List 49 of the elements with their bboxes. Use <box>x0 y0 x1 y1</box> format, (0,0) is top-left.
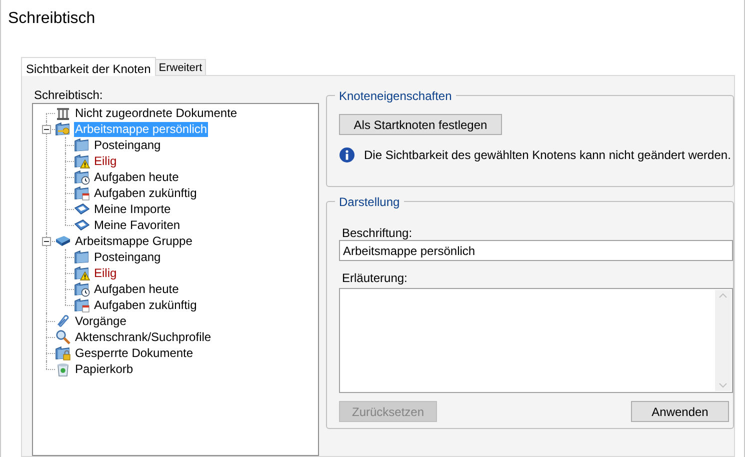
calendar-folder-icon <box>74 185 90 201</box>
tree-item[interactable]: Nicht zugeordnete Dokumente <box>74 106 238 120</box>
clock-folder-icon <box>74 281 90 297</box>
collapse-toggle[interactable] <box>42 124 50 134</box>
clock-folder-icon <box>74 169 90 185</box>
scroll-up-icon[interactable] <box>719 293 727 298</box>
search-icon <box>55 329 71 345</box>
tree-item[interactable]: Aufgaben zukünftig <box>93 186 198 200</box>
info-message: Die Sichtbarkeit des gewählten Knotens kann nicht geändert werden. <box>364 147 731 164</box>
description-text-area[interactable] <box>339 288 733 393</box>
book-icon <box>55 233 71 249</box>
tree-item[interactable]: Papierkorb <box>74 362 134 376</box>
folder-icon <box>74 249 90 265</box>
tree-item[interactable]: Aufgaben heute <box>93 282 180 296</box>
apply-button[interactable]: Anwenden <box>631 401 729 422</box>
paperclip-icon <box>55 313 71 329</box>
caption-input-field[interactable]: Arbeitsmappe persönlich <box>339 240 733 261</box>
warning-folder-icon <box>74 265 90 281</box>
tree-item[interactable]: Eilig <box>93 154 118 168</box>
set-start-node-button[interactable]: Als Startknoten festlegen <box>339 114 502 135</box>
scroll-down-icon[interactable] <box>719 383 727 388</box>
scrollbar[interactable] <box>715 290 731 391</box>
tray-icon <box>74 201 90 217</box>
field-label: Beschriftung: <box>342 225 412 242</box>
tab[interactable]: Erweitert <box>156 59 206 75</box>
tree-item[interactable]: Posteingang <box>93 138 162 152</box>
tree-item[interactable]: Aufgaben heute <box>93 170 180 184</box>
tree-item[interactable]: Posteingang <box>93 250 162 264</box>
key-folder-icon <box>55 121 71 137</box>
tree-label: Schreibtisch: <box>33 87 103 103</box>
window-title: Schreibtisch <box>7 9 96 29</box>
tree-item[interactable]: Arbeitsmappe Gruppe <box>74 234 194 248</box>
folder-icon <box>74 137 90 153</box>
lock-folder-icon <box>55 345 71 361</box>
tray-icon <box>74 217 90 233</box>
calendar-folder-icon <box>74 297 90 313</box>
collapse-toggle[interactable] <box>42 236 50 246</box>
info-icon <box>339 147 355 163</box>
recycle-bin-icon <box>55 361 71 377</box>
tree-item[interactable]: Meine Favoriten <box>93 218 182 232</box>
tree-item[interactable]: Vorgänge <box>74 314 128 328</box>
tree-item[interactable]: Gesperrte Dokumente <box>74 346 194 360</box>
warning-folder-icon <box>74 153 90 169</box>
tree-item[interactable]: Aktenschrank/Suchprofile <box>74 330 212 344</box>
tab[interactable]: Sichtbarkeit der Knoten <box>21 57 156 76</box>
tree-item[interactable]: Eilig <box>93 266 118 280</box>
field-label: Erläuterung: <box>342 271 408 285</box>
tree-item[interactable]: Aufgaben zukünftig <box>93 298 198 312</box>
tree-item[interactable]: Meine Importe <box>93 202 172 216</box>
